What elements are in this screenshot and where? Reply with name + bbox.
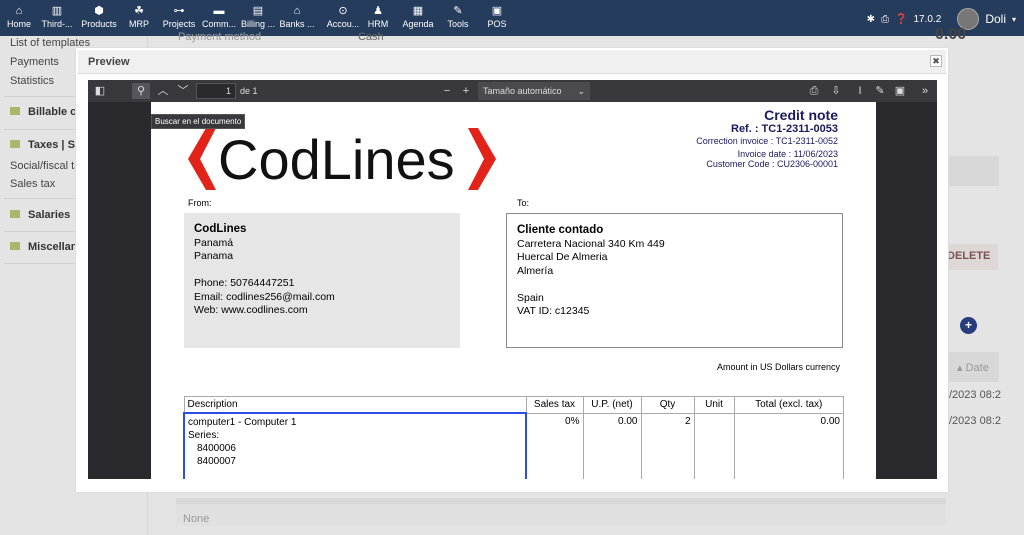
delete-button[interactable]: DELETE <box>943 244 998 270</box>
nav-label: Tools <box>447 19 469 29</box>
none-label: None <box>176 498 946 526</box>
column-header: Sales tax <box>525 396 584 414</box>
nav-label: HRM <box>367 19 389 29</box>
line-description[interactable]: computer1 - Computer 1 Series: 8400006 840… <box>183 412 527 479</box>
column-header: U.P. (net) <box>582 396 642 414</box>
nav-label: Comm... <box>201 19 236 29</box>
page-number-input[interactable]: 1 <box>196 83 236 99</box>
column-header: Description <box>183 396 527 414</box>
pdf-page: CodLines Credit note Ref. : TC1-2311-005… <box>151 102 876 479</box>
draw-icon[interactable]: ✎ <box>871 83 889 99</box>
column-header: Qty <box>640 396 695 414</box>
line-unit <box>693 412 735 479</box>
cash-register-icon: ▣ <box>491 5 503 17</box>
nav-label: Banks ... <box>279 19 315 29</box>
close-icon[interactable]: ✖ <box>930 55 942 67</box>
sidebar-toggle-icon[interactable]: ◧ <box>91 83 109 99</box>
add-icon[interactable]: + <box>960 317 977 334</box>
sidebar-item-salestax[interactable]: Sales tax <box>10 178 55 190</box>
previous-page-icon[interactable]: ︿ <box>154 83 172 99</box>
nav-label: Billing ... <box>240 19 275 29</box>
more-tools-icon[interactable]: » <box>916 83 934 99</box>
user-menu[interactable]: Doli <box>985 12 1006 26</box>
nav-label: Agenda <box>402 19 434 29</box>
line-qty: 2 <box>640 412 695 479</box>
search-tooltip: Buscar en el documento <box>151 114 246 129</box>
image-icon[interactable]: ▣ <box>891 83 909 99</box>
nav-label: Third-... <box>41 19 73 29</box>
sidebar-item-payments[interactable]: Payments <box>10 56 59 68</box>
pdf-toolbar: ◧ ⚲ ︿ ﹀ 1 de 1 − + Tamaño automático ⌄ ⎙ … <box>88 80 937 102</box>
date-cell: /2023 08:2 <box>949 415 1001 427</box>
nav-label: Home <box>6 19 31 29</box>
download-icon[interactable]: ⇩ <box>827 83 845 99</box>
page-count: de 1 <box>240 86 258 96</box>
to-label: To: <box>517 198 530 208</box>
next-page-icon[interactable]: ﹀ <box>174 83 192 99</box>
customer-code: Customer Code : CU2306-00001 <box>706 159 838 169</box>
sidebar-heading-billable[interactable]: Billable o <box>10 106 77 118</box>
table-row: computer1 - Computer 1 Series: 8400006 840… <box>183 412 844 479</box>
nav-item-banks[interactable]: ⌂ Banks ... <box>272 4 322 29</box>
line-total: 0.00 <box>733 412 844 479</box>
payment-method-value: Cash <box>358 31 384 43</box>
chevron-down-icon[interactable]: ▾ <box>1012 15 1016 24</box>
line-unit-price: 0.00 <box>582 412 642 479</box>
version-label: 17.0.2 <box>913 13 942 25</box>
bank-icon: ⌂ <box>293 5 301 17</box>
document-ref: Ref. : TC1-2311-0053 <box>731 123 838 135</box>
dialog-title: Preview <box>88 56 130 68</box>
bug-icon[interactable]: ✱ <box>867 14 875 25</box>
nav-label: Projects <box>162 19 196 29</box>
amount-partial: 0.00 <box>935 26 967 43</box>
document-title: Credit note <box>764 107 838 123</box>
payment-method-label: Payment method <box>178 31 262 43</box>
pdf-viewer: ◧ ⚲ ︿ ﹀ 1 de 1 − + Tamaño automático ⌄ ⎙ … <box>88 80 937 479</box>
date-cell: /2023 08:2 <box>949 389 1001 401</box>
sidebar-heading-salaries[interactable]: Salaries <box>10 209 70 221</box>
zoom-in-icon[interactable]: + <box>457 83 475 99</box>
invoice-date: Invoice date : 11/06/2023 <box>737 149 838 159</box>
column-header: Unit <box>693 396 735 414</box>
nav-label: POS <box>487 19 507 29</box>
svg-text:CodLines: CodLines <box>218 128 455 191</box>
sidebar-item-statistics[interactable]: Statistics <box>10 75 54 87</box>
sidebar-item-social[interactable]: Social/fiscal ta <box>10 160 80 172</box>
search-icon[interactable]: ⚲ <box>132 83 150 99</box>
recipient-address: Cliente contado Carretera Nacional 340 K… <box>506 213 843 348</box>
sidebar-heading-misc[interactable]: Miscellan <box>10 241 78 253</box>
zoom-out-icon[interactable]: − <box>438 83 456 99</box>
preview-dialog: Preview ✖ ◧ ⚲ ︿ ﹀ 1 de 1 − + Tamaño autom… <box>75 47 949 493</box>
lines-table: Description Sales tax U.P. (net) Qty Uni… <box>183 396 844 479</box>
company-logo: CodLines <box>184 124 500 194</box>
currency-note: Amount in US Dollars currency <box>716 362 840 372</box>
text-select-icon[interactable]: I <box>851 83 869 99</box>
from-label: From: <box>188 198 212 208</box>
line-tax: 0% <box>525 412 584 479</box>
correction-invoice: Correction invoice : TC1-2311-0052 <box>696 136 838 146</box>
zoom-select[interactable]: Tamaño automático ⌄ <box>478 82 590 100</box>
top-menu-bar: ⌂ Home ▥ Third-... ⬢ Products ☘ MRP ⊶ Projects ▬ Co… <box>0 0 1024 36</box>
print-icon[interactable]: ⎙ <box>805 83 823 99</box>
help-icon[interactable]: ❓ <box>895 14 907 25</box>
nav-label: Products <box>81 19 117 29</box>
sidebar-heading-taxes[interactable]: Taxes | Sp <box>10 139 82 151</box>
print-icon[interactable]: ⎙ <box>881 14 889 25</box>
nav-label: MRP <box>129 19 149 29</box>
nav-item-pos[interactable]: ▣ POS <box>472 4 522 29</box>
column-header: Total (excl. tax) <box>733 396 844 414</box>
date-column-header[interactable]: ▴ Date <box>949 352 999 382</box>
sender-address: CodLines Panamá Panama Phone: 50764447251… <box>184 213 460 348</box>
